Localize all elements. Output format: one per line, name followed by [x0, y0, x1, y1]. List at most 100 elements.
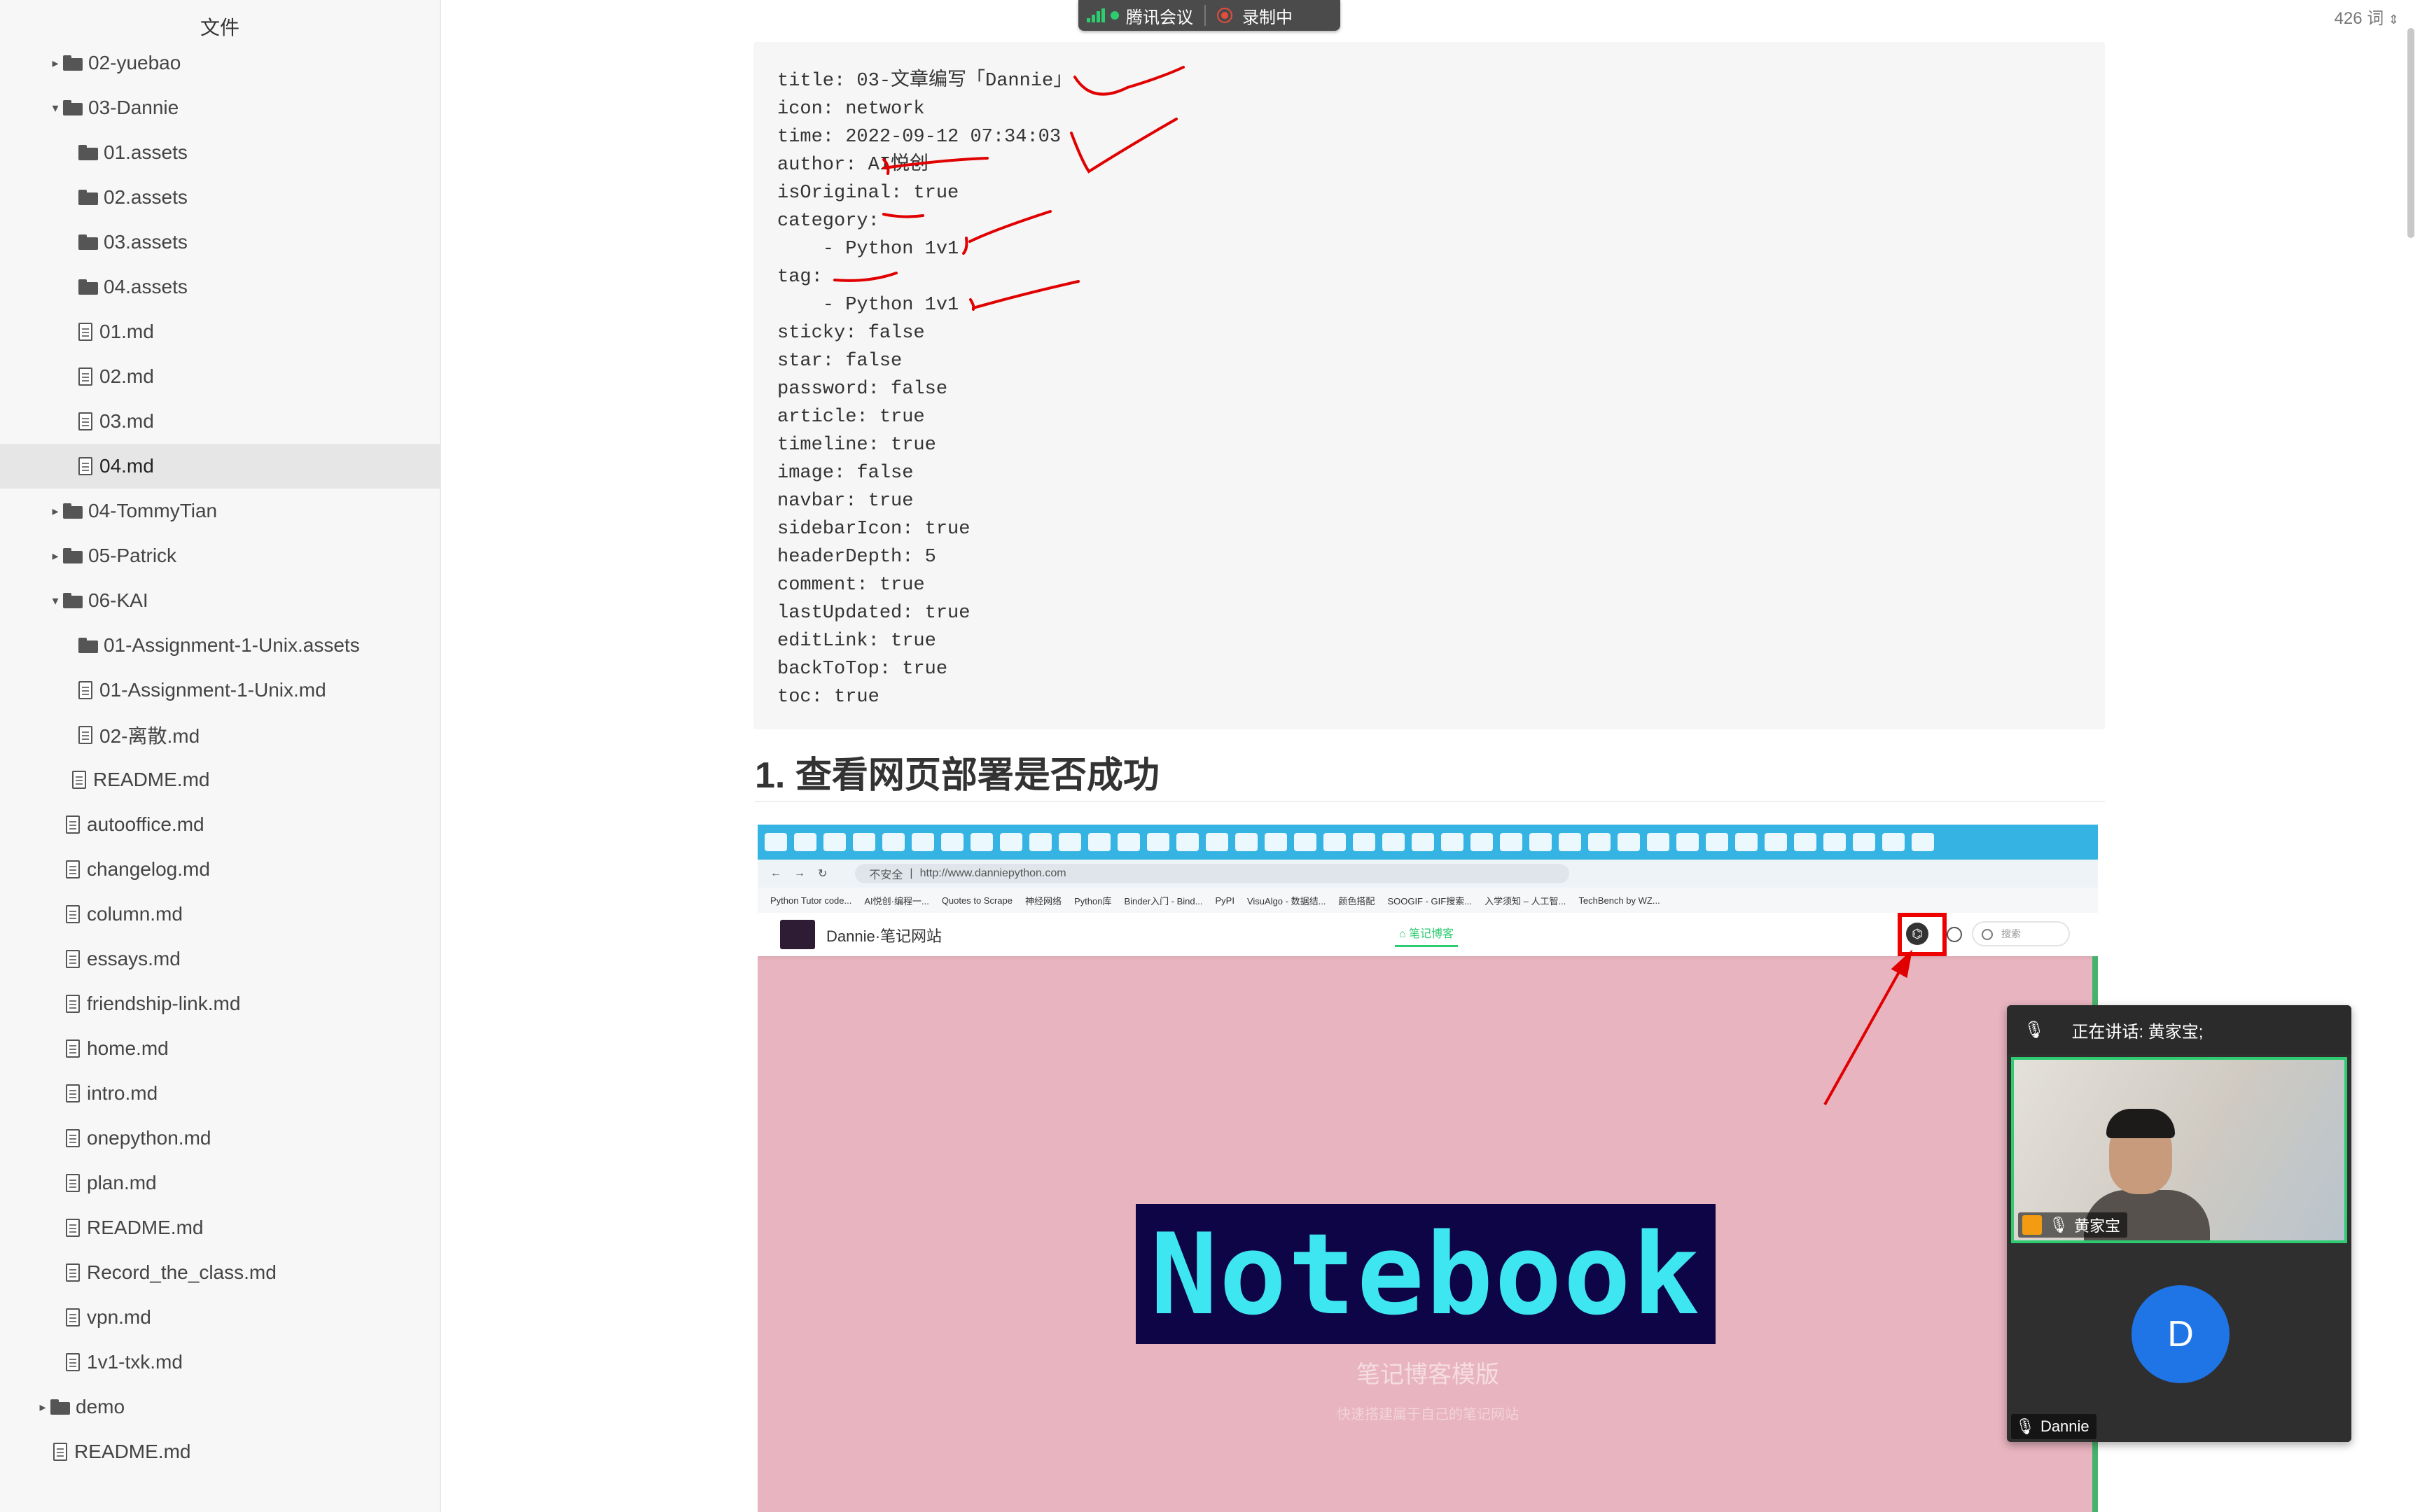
video-call-panel[interactable]: 🎙 正在讲话: 黄家宝; 🎙 黄家宝 D 🎙 Dannie: [2007, 1005, 2351, 1442]
tree-item[interactable]: changelog.md: [0, 847, 440, 892]
tree-item[interactable]: ▸ demo: [0, 1385, 440, 1429]
folder-icon: [78, 638, 98, 653]
tree-item[interactable]: 02.md: [0, 354, 440, 399]
browser-tab: [1559, 833, 1581, 851]
browser-tab-strip: [758, 825, 2098, 860]
participant-avatar-tile[interactable]: D 🎙 Dannie: [2007, 1246, 2351, 1442]
tree-item[interactable]: ▸ 02-yuebao: [0, 41, 440, 85]
browser-tab: [794, 833, 816, 851]
tree-item[interactable]: intro.md: [0, 1071, 440, 1116]
browser-tab: [1853, 833, 1875, 851]
tree-item[interactable]: 02.assets: [0, 175, 440, 220]
user-avatar-icon: [2022, 1215, 2042, 1235]
tree-item[interactable]: column.md: [0, 892, 440, 937]
chevron-right-icon[interactable]: ▸: [48, 504, 63, 519]
code-line: headerDepth: 5: [777, 547, 936, 568]
tree-item[interactable]: 02-离散.md: [0, 713, 440, 757]
browser-tab: [1000, 833, 1022, 851]
tree-item[interactable]: 04.assets: [0, 265, 440, 309]
back-icon: ←: [770, 867, 781, 879]
scrollbar[interactable]: [2407, 28, 2414, 238]
participant-label: 🎙 黄家宝: [2018, 1212, 2127, 1238]
file-icon: [66, 1264, 80, 1282]
bookmark-item: 入学须知 – 人工智...: [1484, 895, 1566, 906]
browser-tab: [1676, 833, 1699, 851]
code-line: - Python 1v1: [777, 239, 959, 260]
tree-item[interactable]: 03.assets: [0, 220, 440, 265]
chevron-right-icon[interactable]: ▸: [35, 1400, 50, 1415]
code-line: tag:: [777, 267, 823, 288]
tree-item[interactable]: home.md: [0, 1026, 440, 1071]
tree-item-label: autooffice.md: [87, 813, 204, 835]
chevron-down-icon[interactable]: ▾: [48, 594, 63, 608]
tree-item[interactable]: essays.md: [0, 937, 440, 981]
tree-item[interactable]: 01.md: [0, 309, 440, 354]
meeting-recording-bar[interactable]: 腾讯会议 录制中: [1078, 0, 1340, 31]
participant-name: 黄家宝: [2073, 1217, 2120, 1235]
mic-icon: 🎙: [2015, 1418, 2035, 1435]
browser-tab: [1029, 833, 1052, 851]
file-icon: [66, 1353, 80, 1371]
code-line: toc: true: [777, 687, 879, 708]
browser-tab: [1588, 833, 1611, 851]
speaking-indicator: 🎙 正在讲话: 黄家宝;: [2007, 1005, 2351, 1054]
file-icon: [66, 860, 80, 878]
file-icon: [66, 1174, 80, 1192]
avatar: D: [2132, 1285, 2230, 1383]
folder-icon: [78, 234, 98, 250]
browser-tab: [1265, 833, 1287, 851]
chevron-down-icon[interactable]: ▾: [48, 101, 63, 115]
tree-item[interactable]: plan.md: [0, 1161, 440, 1205]
browser-tab: [941, 833, 964, 851]
tree-item[interactable]: 01-Assignment-1-Unix.assets: [0, 623, 440, 668]
chevron-right-icon[interactable]: ▸: [48, 549, 63, 564]
code-line: lastUpdated: true: [777, 603, 971, 624]
browser-tab: [1059, 833, 1081, 851]
tree-item[interactable]: friendship-link.md: [0, 981, 440, 1026]
tree-item[interactable]: ▾ 03-Dannie: [0, 85, 440, 130]
tree-item-label: Record_the_class.md: [87, 1261, 277, 1283]
code-line: title: 03-文章编写「Dannie」: [777, 71, 1073, 92]
browser-tab: [912, 833, 934, 851]
tree-item[interactable]: README.md: [0, 1429, 440, 1474]
tree-item[interactable]: Record_the_class.md: [0, 1250, 440, 1295]
tree-item[interactable]: vpn.md: [0, 1295, 440, 1340]
code-line: timeline: true: [777, 435, 936, 456]
front-matter-code-block[interactable]: title: 03-文章编写「Dannie」 icon: network time:…: [753, 42, 2105, 729]
tree-item-label: 01-Assignment-1-Unix.assets: [104, 634, 360, 656]
code-line: navbar: true: [777, 491, 914, 512]
tree-item[interactable]: ▸ 05-Patrick: [0, 533, 440, 578]
tree-item[interactable]: ▾ 06-KAI: [0, 578, 440, 623]
tree-item-label: home.md: [87, 1037, 169, 1059]
theme-toggle-icon: [1947, 927, 1962, 942]
tree-item[interactable]: 01-Assignment-1-Unix.md: [0, 668, 440, 713]
hero-title: Notebook: [1150, 1208, 1702, 1340]
tree-item[interactable]: 03.md: [0, 399, 440, 444]
chevron-right-icon[interactable]: ▸: [48, 56, 63, 71]
sidebar-title: 文件: [200, 17, 239, 38]
tree-item-label: friendship-link.md: [87, 993, 241, 1014]
folder-icon: [78, 145, 98, 160]
tree-item[interactable]: autooffice.md: [0, 802, 440, 847]
word-count[interactable]: 426 词 ⇕: [2335, 4, 2399, 29]
tree-item[interactable]: 1v1-txk.md: [0, 1340, 440, 1385]
bookmark-item: AI悦创·编程一...: [864, 895, 929, 906]
meeting-app-name[interactable]: 腾讯会议: [1126, 4, 1193, 28]
tree-item[interactable]: 01.assets: [0, 130, 440, 175]
site-search-box: 搜索: [1972, 921, 2070, 946]
status-dot-icon: [1111, 11, 1119, 20]
tree-item[interactable]: 04.md: [0, 444, 440, 489]
tree-item[interactable]: README.md: [0, 1205, 440, 1250]
folder-icon: [50, 1399, 70, 1415]
browser-tab: [1882, 833, 1905, 851]
browser-tab: [823, 833, 846, 851]
participant-video-tile[interactable]: 🎙 黄家宝: [2011, 1057, 2347, 1243]
tree-item[interactable]: onepython.md: [0, 1116, 440, 1161]
tree-item[interactable]: README.md: [0, 757, 440, 802]
folder-icon: [63, 100, 83, 115]
browser-tab: [971, 833, 993, 851]
section-heading: 1. 查看网页部署是否成功: [755, 750, 2105, 802]
tree-item[interactable]: ▸ 04-TommyTian: [0, 489, 440, 533]
hero-subtitle: 笔记博客模版: [1356, 1362, 1499, 1388]
recording-label[interactable]: 录制中: [1242, 4, 1293, 28]
